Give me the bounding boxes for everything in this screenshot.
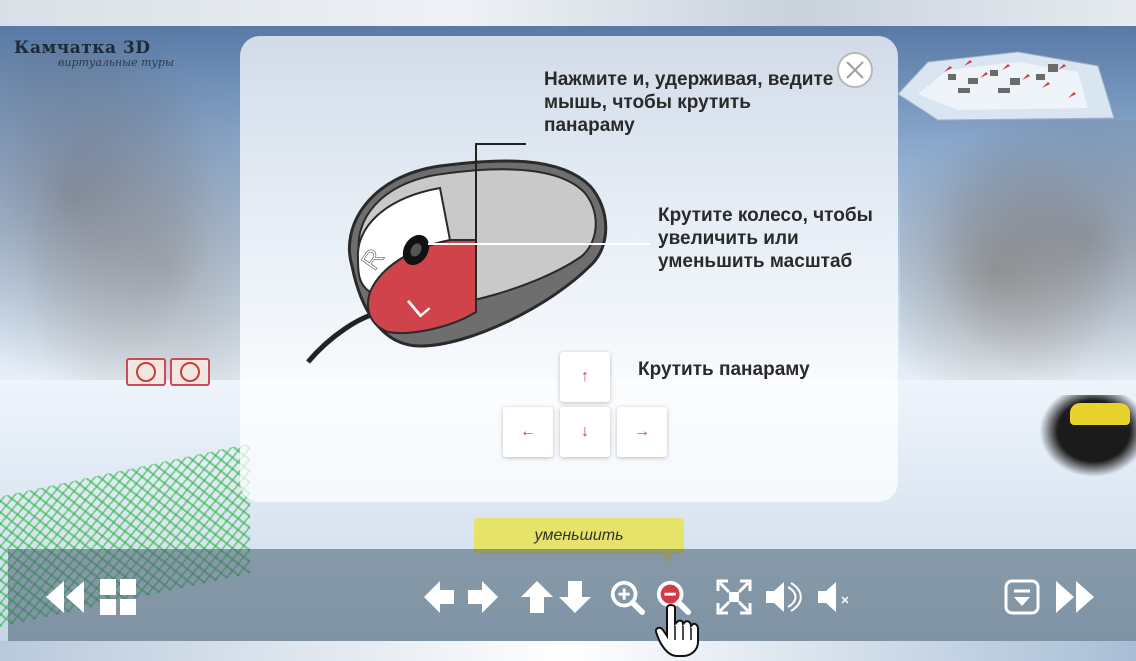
arrow-down-icon <box>559 581 591 613</box>
trees-right <box>900 120 1136 420</box>
speaker-on-icon <box>766 582 802 612</box>
previous-scene-button[interactable] <box>44 579 86 615</box>
menu-button[interactable] <box>1004 579 1042 615</box>
pan-right-button[interactable] <box>466 579 500 615</box>
snowmobile <box>1030 395 1136 485</box>
fast-forward-icon <box>1056 581 1094 613</box>
sound-on-button[interactable] <box>764 579 804 615</box>
hand-cursor-icon <box>655 604 699 657</box>
logo-subtitle: виртуальные туры <box>58 56 174 69</box>
arrow-up-icon <box>521 581 553 613</box>
arrow-key-up[interactable]: ↑ <box>560 352 610 402</box>
zoom-in-button[interactable] <box>608 579 646 615</box>
logo: Камчатка 3D виртуальные туры <box>14 38 174 69</box>
arrow-key-left[interactable]: ← <box>503 407 553 457</box>
sound-mute-button[interactable] <box>816 579 856 615</box>
arrow-right-icon <box>468 581 498 613</box>
arrows-instruction: Крутить панараму <box>638 359 810 380</box>
drag-instruction: Нажмите и, удерживая, ведите мышь, чтобы… <box>544 69 834 136</box>
help-panel: R L Нажмите и, удерживая, ведите мышь, ч… <box>240 36 898 502</box>
minimap[interactable] <box>898 44 1114 122</box>
no-snowmobile-sign <box>126 358 166 386</box>
fast-backward-icon <box>46 581 84 613</box>
wheel-instruction: Крутите колесо, чтобы увеличить или умен… <box>658 205 873 272</box>
pan-left-button[interactable] <box>422 579 456 615</box>
fullscreen-button[interactable] <box>716 579 752 615</box>
scene-top-strip <box>0 0 1136 26</box>
next-scene-button[interactable] <box>1054 579 1096 615</box>
no-snowmobile-sign <box>170 358 210 386</box>
panorama-view[interactable]: Камчатка 3D виртуальные туры R L Нажмите… <box>0 0 1136 661</box>
fullscreen-icon <box>716 579 752 615</box>
grid-icon <box>100 579 136 615</box>
zoom-in-icon <box>610 580 645 615</box>
scene-bottom-strip <box>0 641 1136 661</box>
pan-up-button[interactable] <box>520 579 554 615</box>
pan-down-button[interactable] <box>558 579 592 615</box>
arrow-key-down[interactable]: ↓ <box>560 407 610 457</box>
arrow-left-icon <box>424 581 454 613</box>
logo-title: Камчатка 3D <box>14 38 151 58</box>
dropdown-menu-icon <box>1004 579 1040 615</box>
arrow-key-right[interactable]: → <box>617 407 667 457</box>
toolbar <box>8 549 1136 641</box>
speaker-mute-icon <box>818 582 849 612</box>
thumbnails-button[interactable] <box>98 579 138 615</box>
